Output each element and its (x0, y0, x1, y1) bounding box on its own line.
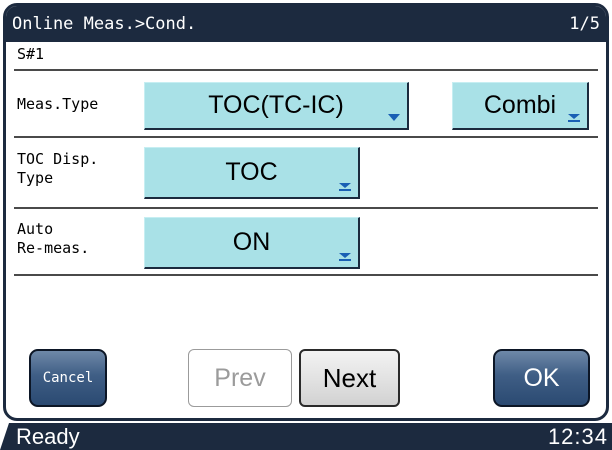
toc-disp-type-label: TOC Disp. Type (17, 150, 98, 188)
auto-remeas-label: Auto Re-meas. (17, 220, 89, 258)
divider (14, 274, 598, 276)
meas-mode-dropdown[interactable]: Combi (452, 82, 589, 130)
page-indicator: 1/5 (569, 14, 600, 34)
auto-remeas-label-line1: Auto (17, 220, 54, 238)
chevron-down-icon (339, 183, 351, 191)
cancel-button[interactable]: Cancel (29, 349, 107, 407)
toc-disp-type-dropdown[interactable]: TOC (144, 147, 360, 199)
meas-type-dropdown[interactable]: TOC(TC-IC) (144, 82, 409, 130)
title-bar: Online Meas.>Cond. 1/5 (6, 6, 606, 42)
stream-label: S#1 (17, 45, 45, 63)
status-corner-icon (0, 423, 16, 450)
auto-remeas-dropdown[interactable]: ON (144, 217, 360, 269)
toc-disp-type-label-line1: TOC Disp. (17, 150, 99, 168)
divider (14, 69, 598, 71)
status-bar: Ready 12:34 (0, 423, 612, 450)
chevron-down-icon (339, 253, 351, 261)
screen-frame: Online Meas.>Cond. 1/5 S#1 Meas.Type TOC… (3, 3, 609, 421)
meas-type-value: TOC(TC-IC) (208, 91, 344, 119)
auto-remeas-label-line2: Re-meas. (17, 239, 90, 257)
next-button[interactable]: Next (299, 349, 400, 407)
clock: 12:34 (547, 424, 608, 449)
ok-button[interactable]: OK (493, 349, 590, 407)
meas-mode-value: Combi (483, 91, 557, 119)
toc-disp-type-value: TOC (225, 158, 278, 186)
status-text: Ready (16, 424, 80, 449)
meas-type-label: Meas.Type (17, 95, 99, 113)
auto-remeas-value: ON (232, 228, 271, 256)
prev-button[interactable]: Prev (188, 349, 292, 407)
chevron-down-icon (388, 114, 400, 121)
divider (14, 136, 598, 138)
page-title: Online Meas.>Cond. (12, 14, 197, 34)
divider (14, 207, 598, 209)
chevron-down-icon (568, 114, 580, 122)
toc-disp-type-label-line2: Type (17, 169, 54, 187)
